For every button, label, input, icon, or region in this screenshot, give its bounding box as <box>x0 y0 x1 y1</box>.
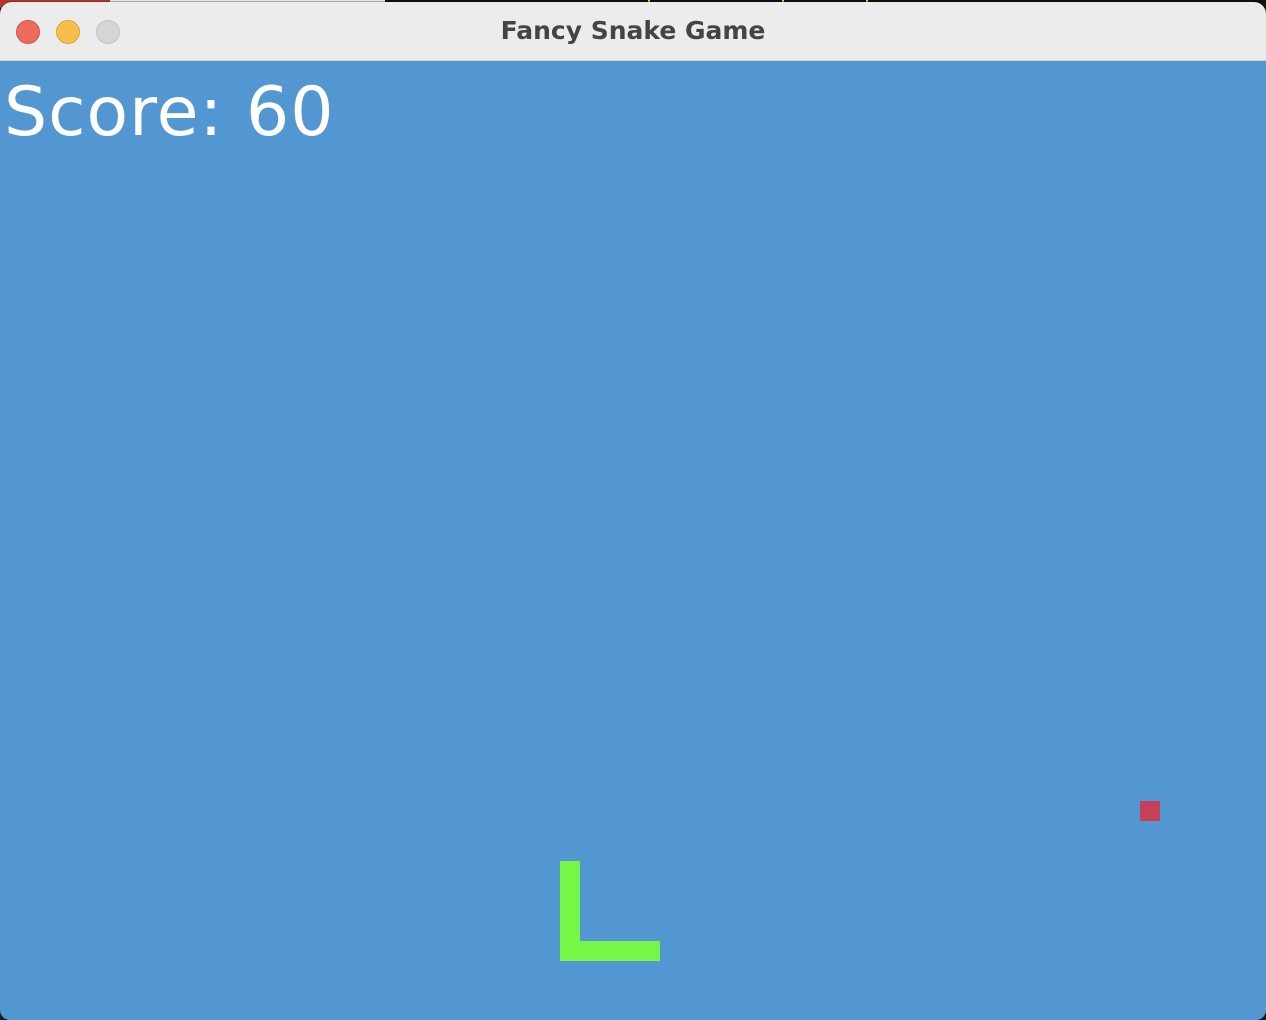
score-label: Score: 60 <box>4 73 335 152</box>
title-bar[interactable]: Fancy Snake Game <box>0 2 1266 61</box>
snake-body-horizontal <box>560 941 660 961</box>
window-title: Fancy Snake Game <box>500 16 766 45</box>
food-item <box>1140 801 1160 821</box>
game-canvas[interactable]: Score: 60 <box>0 61 1266 1020</box>
game-window: Fancy Snake Game Score: 60 <box>0 2 1266 1020</box>
